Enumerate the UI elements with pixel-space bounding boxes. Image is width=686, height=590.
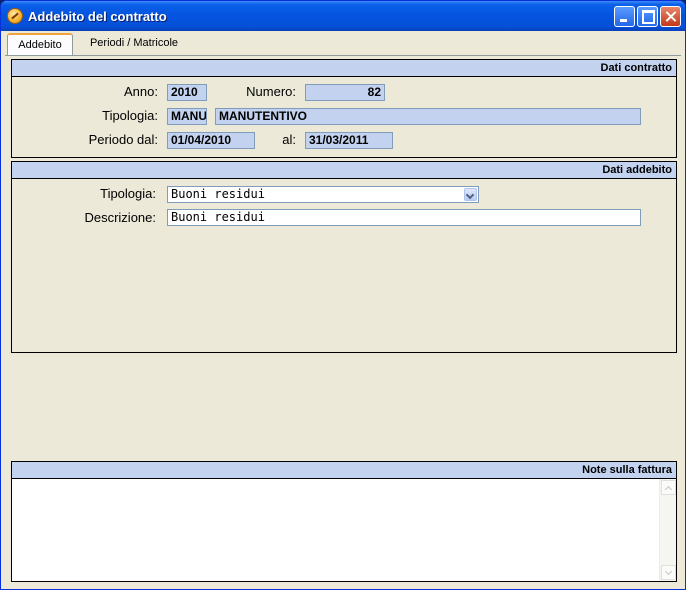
- note-fattura-header: Note sulla fattura: [12, 462, 676, 479]
- maximize-button[interactable]: [637, 6, 658, 27]
- numero-field: 82: [305, 84, 385, 101]
- minimize-button[interactable]: [614, 6, 635, 27]
- scroll-up-icon[interactable]: [661, 480, 676, 495]
- periodo-dal-field: 01/04/2010: [167, 132, 255, 149]
- window-title: Addebito del contratto: [28, 9, 167, 24]
- tipologia-contratto-label: Tipologia:: [102, 108, 158, 123]
- anno-label: Anno:: [124, 84, 158, 99]
- tipologia-code-field: MANU: [167, 108, 207, 125]
- tipologia-desc-field: MANUTENTIVO: [215, 108, 641, 125]
- tab-bar: Addebito Periodi / Matricole: [5, 32, 681, 56]
- app-icon[interactable]: [7, 8, 23, 24]
- window: Addebito del contratto Addebito Periodi …: [0, 0, 686, 590]
- dati-addebito-header: Dati addebito: [12, 162, 676, 179]
- numero-label: Numero:: [246, 84, 296, 99]
- descrizione-input[interactable]: Buoni residui: [167, 209, 641, 226]
- note-scrollbar[interactable]: [659, 479, 676, 581]
- anno-field: 2010: [167, 84, 207, 101]
- tipologia-addebito-value: Buoni residui: [171, 187, 265, 201]
- dati-contratto-header: Dati contratto: [12, 60, 676, 77]
- scroll-down-icon[interactable]: [661, 565, 676, 580]
- chevron-down-icon[interactable]: [464, 188, 477, 201]
- al-field: 31/03/2011: [305, 132, 393, 149]
- dati-contratto-group: Dati contratto Anno: 2010 Numero: 82 Tip…: [11, 59, 677, 158]
- periodo-dal-label: Periodo dal:: [88, 132, 158, 147]
- title-bar[interactable]: Addebito del contratto: [1, 1, 685, 31]
- tab-periodi-matricole[interactable]: Periodi / Matricole: [79, 33, 189, 55]
- note-fattura-textarea[interactable]: [12, 479, 676, 581]
- close-button[interactable]: [660, 6, 681, 27]
- tab-divider: [5, 55, 681, 56]
- tab-addebito[interactable]: Addebito: [7, 33, 73, 55]
- tipologia-addebito-label: Tipologia:: [100, 186, 156, 201]
- tipologia-addebito-select[interactable]: Buoni residui: [167, 186, 479, 203]
- al-label: al:: [282, 132, 296, 147]
- dati-addebito-group: Dati addebito Tipologia: Buoni residui D…: [11, 161, 677, 353]
- descrizione-label: Descrizione:: [84, 210, 156, 225]
- note-fattura-group: Note sulla fattura: [11, 461, 677, 582]
